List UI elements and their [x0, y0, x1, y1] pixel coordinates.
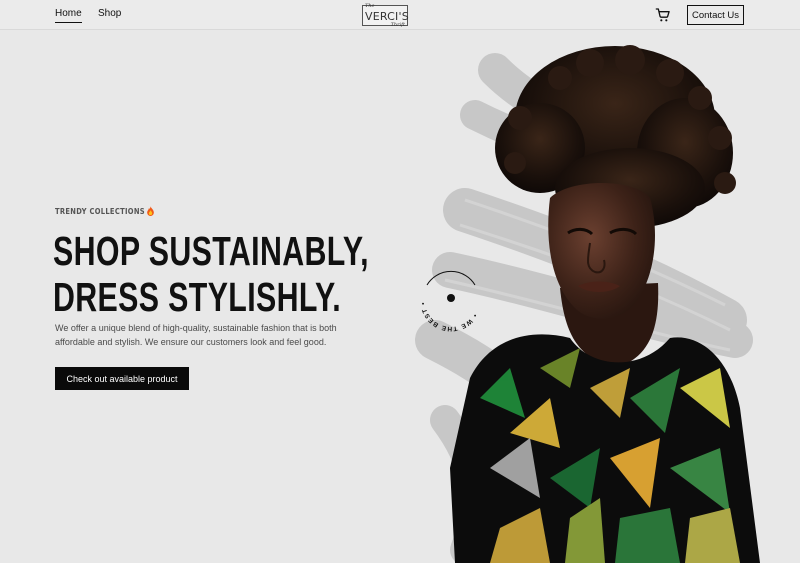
svg-text:• WE THE BEST • WE THE BEST •: • WE THE BEST • WE THE BEST •	[413, 263, 478, 332]
badge-center-dot	[447, 294, 455, 302]
headline-line-2: DRESS STYLISHLY.	[53, 274, 342, 320]
landing-page: Home Shop The VERCI'S Thrift Contact Us	[0, 0, 800, 563]
nav-link-home[interactable]: Home	[55, 8, 82, 23]
hero-description: We offer a unique blend of high-quality,…	[55, 323, 337, 347]
badge-text: • WE THE BEST • WE THE BEST •	[413, 263, 477, 332]
nav-link-shop[interactable]: Shop	[98, 8, 121, 19]
logo-tagline-top: The	[365, 3, 375, 9]
logo-tagline-bottom: Thrift	[390, 22, 405, 28]
check-out-products-button[interactable]: Check out available product	[55, 367, 189, 390]
eyebrow-label: TRENDY COLLECTIONS	[55, 206, 155, 216]
hero-headline: SHOP SUSTAINABLY, DRESS STYLISHLY.	[53, 228, 369, 320]
site-header: Home Shop The VERCI'S Thrift Contact Us	[0, 0, 800, 30]
we-the-best-badge: • WE THE BEST • WE THE BEST •	[413, 263, 478, 332]
headline-line-1: SHOP SUSTAINABLY,	[53, 228, 369, 274]
brand-logo[interactable]: The VERCI'S Thrift	[362, 3, 409, 28]
shopping-cart-icon[interactable]	[655, 7, 671, 23]
eyebrow-text: TRENDY COLLECTIONS	[55, 207, 145, 216]
fire-emoji-icon	[147, 206, 154, 216]
contact-us-button[interactable]: Contact Us	[687, 5, 744, 25]
